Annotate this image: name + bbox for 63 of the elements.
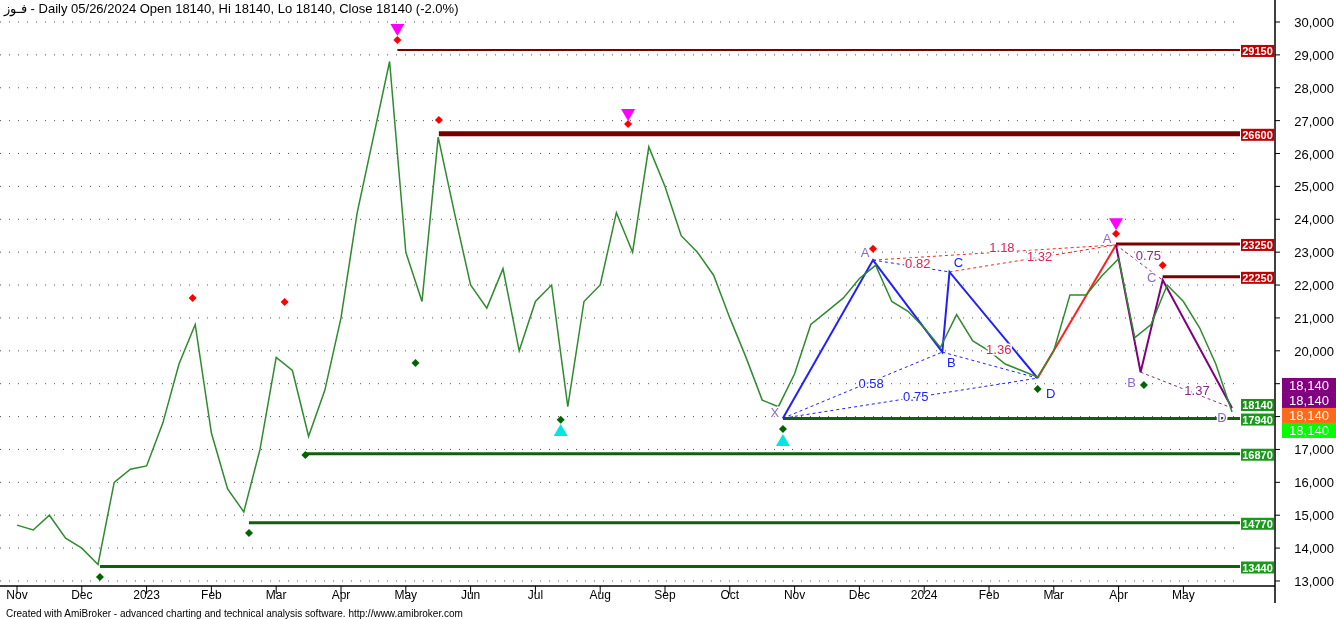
axis-label: Feb (201, 588, 222, 602)
price-tag: 18,140 (1282, 377, 1336, 393)
pattern-point-label: D (1045, 385, 1056, 401)
ratio-label: 1.36 (986, 341, 1012, 357)
ratio-label: 1.32 (1026, 248, 1053, 264)
axis-label: 30,000 (1294, 15, 1334, 30)
pattern-point-label: A (860, 244, 870, 260)
axis-label: Aug (589, 588, 611, 602)
pattern-point-label: B (1127, 374, 1136, 390)
level-tag: 18140 (1241, 398, 1274, 411)
level-tag: 23250 (1241, 238, 1274, 251)
axis-label: 15,000 (1294, 508, 1334, 524)
axis-label: 20,000 (1294, 343, 1334, 359)
axis-label: 22,000 (1294, 278, 1334, 294)
pattern-point-label: C (1146, 269, 1157, 285)
pattern-point-label: C (953, 255, 964, 271)
axis-label: Feb (978, 588, 1000, 602)
axis-label: 27,000 (1294, 113, 1334, 129)
axis-label: Dec (71, 588, 93, 602)
axis-label: Sep (654, 588, 676, 602)
axis-label: May (394, 588, 418, 602)
level-tag: 26600 (1241, 128, 1274, 141)
level-tag: 13440 (1241, 561, 1274, 574)
axis-label: Jun (460, 588, 481, 602)
pattern-point-label: X (770, 404, 780, 420)
axis-label: Dec (848, 588, 871, 602)
axis-label: 24,000 (1294, 212, 1334, 228)
level-tag: 22250 (1241, 271, 1274, 284)
axis-label: 26,000 (1294, 146, 1334, 162)
level-tag: 17940 (1241, 413, 1274, 426)
axis-label: 2024 (910, 588, 938, 602)
axis-label: Mar (1043, 588, 1065, 602)
axis-label: Jul (527, 588, 544, 602)
axis-label: Nov (6, 588, 28, 602)
axis-label: Oct (720, 588, 740, 602)
ratio-label: 0.82 (905, 256, 931, 272)
axis-label: Apr (331, 588, 351, 602)
axis-label: 17,000 (1294, 442, 1334, 458)
axis-label: Mar (265, 588, 287, 602)
axis-label: 25,000 (1294, 179, 1334, 195)
ratio-label: 0.75 (1135, 247, 1162, 263)
axis-label: 28,000 (1294, 80, 1334, 96)
ratio-label: 1.37 (1184, 382, 1210, 398)
axis-label: Nov (783, 588, 806, 602)
axis-label: 16,000 (1294, 475, 1334, 491)
axis-label: 2023 (133, 588, 160, 602)
chart-title: فـوز - Daily 05/26/2024 Open 18140, Hi 18140, Lo 18140, Close 18140 (-2.0%) (4, 1, 459, 16)
axis-label: 21,000 (1294, 310, 1334, 326)
axis-label: 13,000 (1294, 573, 1334, 589)
level-tag: 16870 (1241, 448, 1274, 461)
ratio-label: 1.18 (989, 240, 1015, 256)
pattern-point-label: A (1102, 231, 1112, 247)
axis-label: 29,000 (1294, 47, 1334, 63)
axis-label: May (1172, 588, 1195, 602)
footer-text: Created with AmiBroker - advanced charting and technical analysis software. http://www.amibroker.com (5, 607, 463, 619)
axis-label: 14,000 (1294, 541, 1334, 557)
pattern-point-label: B (947, 354, 956, 370)
ratio-label: 0.75 (903, 388, 929, 404)
axis-label: Apr (1109, 588, 1128, 602)
level-tag: 14770 (1241, 517, 1274, 530)
level-tag: 29150 (1241, 44, 1274, 57)
axis-label: 23,000 (1294, 245, 1334, 261)
ratio-label: 0.58 (858, 375, 884, 391)
